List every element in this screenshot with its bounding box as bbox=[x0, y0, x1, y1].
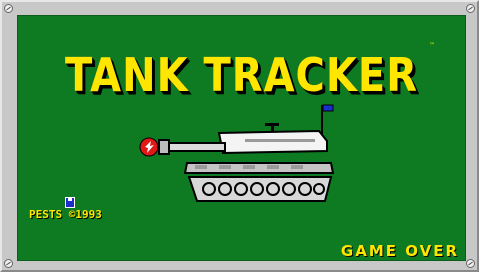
screw-icon bbox=[466, 4, 475, 13]
screw-icon bbox=[4, 4, 13, 13]
game-screen[interactable]: TANK TRACKER ™ PESTS ©1993 GAME OVER bbox=[17, 15, 466, 261]
flag-icon bbox=[322, 104, 334, 112]
tank-icon bbox=[139, 104, 335, 202]
screw-icon bbox=[4, 259, 13, 268]
tank-barrel bbox=[164, 142, 226, 152]
tank-hull bbox=[183, 162, 335, 174]
screw-icon bbox=[466, 259, 475, 268]
game-over-text: GAME OVER bbox=[340, 242, 459, 260]
game-title: TANK TRACKER bbox=[64, 49, 419, 103]
floppy-disk-icon bbox=[65, 197, 75, 208]
tank-tracks bbox=[187, 176, 333, 202]
trademark-symbol: ™ bbox=[429, 42, 435, 49]
copyright-text: PESTS ©1993 bbox=[29, 208, 102, 221]
monitor-frame: TANK TRACKER ™ PESTS ©1993 GAME OVER bbox=[0, 0, 479, 272]
